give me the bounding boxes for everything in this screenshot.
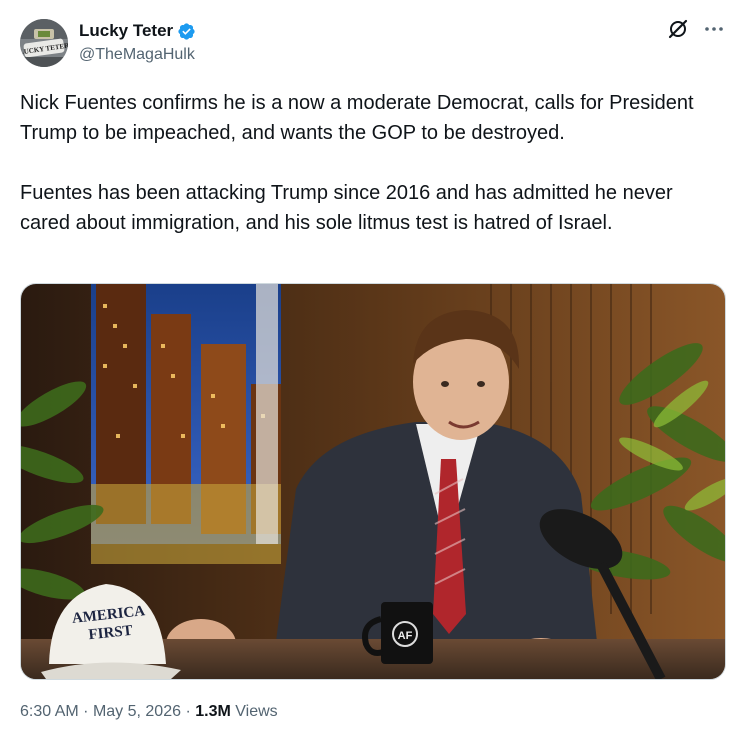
verified-badge-icon	[177, 22, 196, 41]
tweet-media-image[interactable]: AMERICA FIRST AF	[20, 283, 726, 680]
tweet-paragraph: Fuentes has been attacking Trump since 2…	[20, 182, 673, 234]
tweet-header: LUCKY TETER Lucky Teter @TheMagaHulk	[20, 16, 725, 70]
tweet-meta: 6:30 AM · May 5, 2026 · 1.3M Views	[20, 703, 278, 721]
avatar-image: LUCKY TETER	[20, 19, 68, 67]
tweet-text: Nick Fuentes confirms he is a now a mode…	[20, 88, 725, 238]
avatar[interactable]: LUCKY TETER	[20, 19, 68, 67]
tweet-paragraph: Nick Fuentes confirms he is a now a mode…	[20, 92, 694, 144]
display-name[interactable]: Lucky Teter	[79, 21, 173, 41]
tweet-time[interactable]: 6:30 AM	[20, 703, 79, 720]
separator: ·	[185, 703, 191, 720]
author-handle[interactable]: @TheMagaHulk	[79, 46, 196, 64]
separator: ·	[83, 703, 89, 720]
tweet-date[interactable]: May 5, 2026	[93, 703, 181, 720]
top-actions	[667, 18, 725, 40]
mug-logo: AF	[398, 630, 413, 642]
more-options-icon[interactable]	[703, 18, 725, 40]
views-count: 1.3M	[195, 703, 231, 720]
video-still: AMERICA FIRST AF	[21, 284, 725, 679]
author-names: Lucky Teter @TheMagaHulk	[79, 20, 196, 64]
grok-icon[interactable]	[667, 18, 689, 40]
views-label: Views	[235, 703, 278, 720]
